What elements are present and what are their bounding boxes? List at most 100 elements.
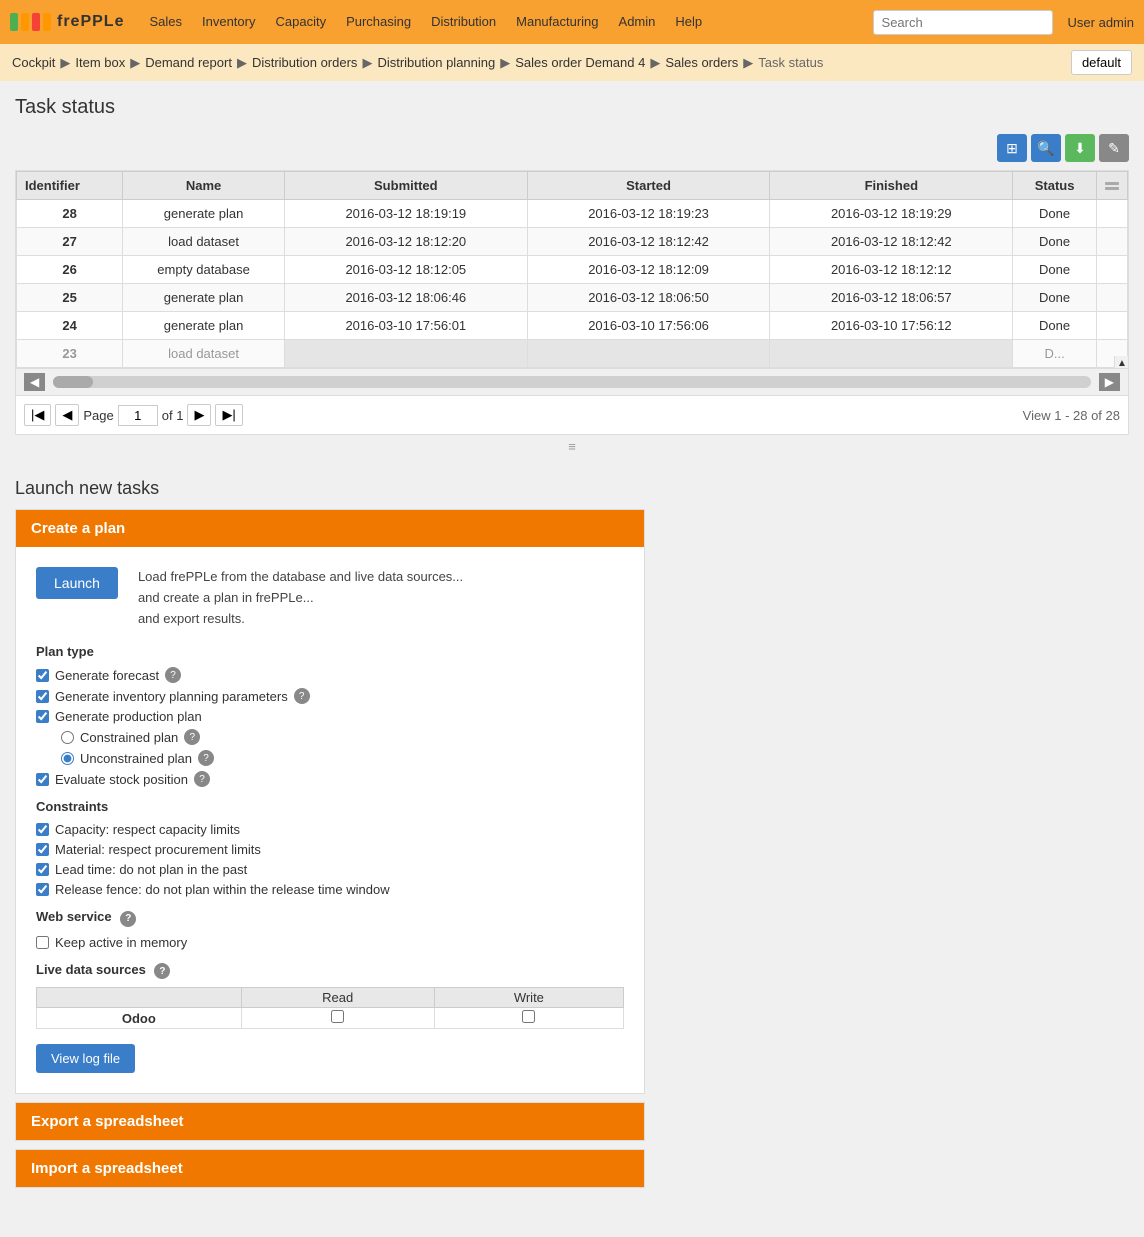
table-toolbar: ⊞ 🔍 ⬇ ✎ bbox=[15, 134, 1129, 162]
checkbox-lead-time[interactable] bbox=[36, 863, 49, 876]
live-data-odoo-row: Odoo bbox=[37, 1008, 624, 1029]
nav-distribution[interactable]: Distribution bbox=[421, 0, 506, 44]
label-material: Material: respect procurement limits bbox=[55, 842, 261, 857]
cell-name: load dataset bbox=[123, 228, 285, 256]
checkbox-evaluate-stock[interactable] bbox=[36, 773, 49, 786]
launch-description: Load frePPLe from the database and live … bbox=[138, 567, 624, 629]
cell-finished: 2016-03-12 18:12:12 bbox=[770, 256, 1013, 284]
breadcrumb-distribution-orders[interactable]: Distribution orders bbox=[252, 55, 358, 70]
live-data-table: Read Write Odoo bbox=[36, 987, 624, 1029]
checkbox-odoo-read[interactable] bbox=[331, 1010, 344, 1023]
nav-sales[interactable]: Sales bbox=[139, 0, 192, 44]
table-header-row: Identifier Name Submitted Started Finish… bbox=[17, 172, 1128, 200]
breadcrumb-sales-order-demand[interactable]: Sales order Demand 4 bbox=[515, 55, 645, 70]
edit-button[interactable]: ✎ bbox=[1099, 134, 1129, 162]
web-service-label: Web service bbox=[36, 909, 112, 924]
live-data-odoo-label: Odoo bbox=[37, 1008, 242, 1029]
checkbox-material[interactable] bbox=[36, 843, 49, 856]
breadcrumb-sales-orders[interactable]: Sales orders bbox=[665, 55, 738, 70]
vertical-scrollbar[interactable]: ▲ ▼ bbox=[1114, 356, 1128, 368]
cell-id-partial: 23 bbox=[17, 340, 123, 368]
nav-manufacturing[interactable]: Manufacturing bbox=[506, 0, 608, 44]
checkbox-keep-active[interactable] bbox=[36, 936, 49, 949]
cell-status: Done bbox=[1013, 312, 1097, 340]
create-plan-card: Create a plan Launch Load frePPLe from t… bbox=[15, 509, 645, 1094]
checkbox-release-fence[interactable] bbox=[36, 883, 49, 896]
logo-bar-orange1 bbox=[21, 13, 29, 31]
help-icon-stock[interactable]: ? bbox=[194, 771, 210, 787]
breadcrumb-demand-report[interactable]: Demand report bbox=[145, 55, 232, 70]
nav-capacity[interactable]: Capacity bbox=[265, 0, 336, 44]
checkbox-odoo-write[interactable] bbox=[522, 1010, 535, 1023]
scroll-left-btn[interactable]: ◀ bbox=[24, 373, 45, 391]
label-unconstrained-plan: Unconstrained plan bbox=[80, 751, 192, 766]
radio-unconstrained-plan[interactable] bbox=[61, 752, 74, 765]
last-page-btn[interactable]: ▶| bbox=[215, 404, 242, 426]
cell-submitted-partial: ████████████████ bbox=[284, 340, 527, 368]
table-row-partial: 23 load dataset ████████████████ ███████… bbox=[17, 340, 1128, 368]
breadcrumb-item-box[interactable]: Item box bbox=[75, 55, 125, 70]
table-row: 28 generate plan 2016-03-12 18:19:19 201… bbox=[17, 200, 1128, 228]
nav-help[interactable]: Help bbox=[665, 0, 712, 44]
h-scrollbar[interactable] bbox=[53, 376, 1091, 388]
scroll-right-btn[interactable]: ▶ bbox=[1099, 373, 1120, 391]
help-icon-unconstrained[interactable]: ? bbox=[198, 750, 214, 766]
checkbox-capacity[interactable] bbox=[36, 823, 49, 836]
launch-button[interactable]: Launch bbox=[36, 567, 118, 599]
desc-line-1: Load frePPLe from the database and live … bbox=[138, 569, 463, 584]
cell-status: Done bbox=[1013, 200, 1097, 228]
help-icon-live-data[interactable]: ? bbox=[154, 963, 170, 979]
next-page-btn[interactable]: ▶ bbox=[187, 404, 211, 426]
breadcrumb-cockpit[interactable]: Cockpit bbox=[12, 55, 55, 70]
nav-inventory[interactable]: Inventory bbox=[192, 0, 265, 44]
checkbox-generate-production[interactable] bbox=[36, 710, 49, 723]
cell-id: 26 bbox=[17, 256, 123, 284]
export-spreadsheet-header: Export a spreadsheet bbox=[16, 1103, 644, 1140]
breadcrumb-arrow-2: ▶ bbox=[130, 55, 140, 71]
cell-status: Done bbox=[1013, 256, 1097, 284]
task-table: Identifier Name Submitted Started Finish… bbox=[15, 170, 1129, 396]
view-log-button[interactable]: View log file bbox=[36, 1044, 135, 1073]
label-capacity: Capacity: respect capacity limits bbox=[55, 822, 240, 837]
label-constrained-plan: Constrained plan bbox=[80, 730, 178, 745]
pagination: |◀ ◀ Page of 1 ▶ ▶| View 1 - 28 of 28 bbox=[15, 396, 1129, 435]
help-icon-forecast[interactable]: ? bbox=[165, 667, 181, 683]
create-plan-body: Launch Load frePPLe from the database an… bbox=[16, 547, 644, 1093]
checkbox-generate-forecast[interactable] bbox=[36, 669, 49, 682]
table-row: 27 load dataset 2016-03-12 18:12:20 2016… bbox=[17, 228, 1128, 256]
desc-line-3: and export results. bbox=[138, 611, 245, 626]
search-button[interactable]: 🔍 bbox=[1031, 134, 1061, 162]
help-icon-inventory[interactable]: ? bbox=[294, 688, 310, 704]
col-identifier: Identifier bbox=[17, 172, 123, 200]
breadcrumb-arrow-1: ▶ bbox=[60, 55, 70, 71]
prev-page-btn[interactable]: ◀ bbox=[55, 404, 79, 426]
breadcrumb-distribution-planning[interactable]: Distribution planning bbox=[377, 55, 495, 70]
radio-constrained-plan[interactable] bbox=[61, 731, 74, 744]
cell-name-partial: load dataset bbox=[123, 340, 285, 368]
help-icon-web-service[interactable]: ? bbox=[120, 911, 136, 927]
page-input[interactable] bbox=[118, 405, 158, 426]
cell-name: empty database bbox=[123, 256, 285, 284]
cell-extra bbox=[1097, 284, 1128, 312]
columns-button[interactable]: ⊞ bbox=[997, 134, 1027, 162]
download-button[interactable]: ⬇ bbox=[1065, 134, 1095, 162]
breadcrumb-arrow-6: ▶ bbox=[650, 55, 660, 71]
logo-bar-green bbox=[10, 13, 18, 31]
default-button[interactable]: default bbox=[1071, 50, 1132, 75]
cell-extra bbox=[1097, 200, 1128, 228]
h-scroll-thumb[interactable] bbox=[53, 376, 93, 388]
help-icon-constrained[interactable]: ? bbox=[184, 729, 200, 745]
checkbox-generate-inventory[interactable] bbox=[36, 690, 49, 703]
cell-status-partial: D... bbox=[1013, 340, 1097, 368]
cell-id: 28 bbox=[17, 200, 123, 228]
search-input[interactable] bbox=[873, 10, 1053, 35]
first-page-btn[interactable]: |◀ bbox=[24, 404, 51, 426]
view-range: View 1 - 28 of 28 bbox=[1023, 408, 1120, 423]
of-label: of 1 bbox=[162, 408, 184, 423]
live-data-header-row: Read Write bbox=[37, 988, 624, 1008]
nav-admin[interactable]: Admin bbox=[609, 0, 666, 44]
scroll-up-btn[interactable]: ▲ bbox=[1115, 356, 1128, 368]
nav-purchasing[interactable]: Purchasing bbox=[336, 0, 421, 44]
live-data-odoo-read bbox=[241, 1008, 434, 1029]
desc-line-2: and create a plan in frePPLe... bbox=[138, 590, 314, 605]
